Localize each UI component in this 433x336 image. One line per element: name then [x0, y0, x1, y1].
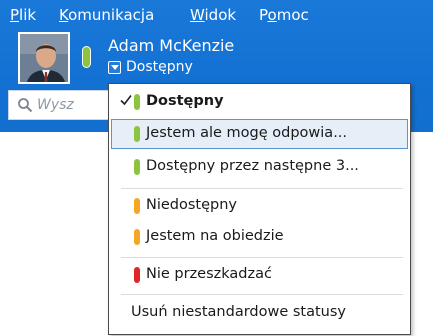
presence-indicator: [82, 46, 91, 68]
check-icon: [120, 95, 132, 106]
menu-communication-accesskey: K: [59, 6, 69, 24]
status-option-label: Niedostępny: [146, 197, 238, 213]
status-dot-green: [134, 126, 140, 142]
status-dot-orange: [134, 198, 140, 214]
status-option-busy-but-available[interactable]: Jestem ale mogę odpowia...: [111, 119, 408, 149]
menu-file-label: lik: [19, 6, 37, 24]
status-option-label: Dostępny: [146, 93, 224, 109]
menu-help[interactable]: Pomoc: [259, 6, 309, 24]
search-icon: [18, 98, 33, 113]
status-dropdown-trigger[interactable]: Dostępny: [108, 58, 193, 76]
status-option-do-not-disturb[interactable]: Nie przeszkadzać: [111, 260, 408, 290]
menu-file-accesskey: P: [10, 6, 20, 24]
chevron-down-icon: [108, 60, 121, 74]
current-status: Dostępny: [126, 59, 193, 75]
menu-separator: [121, 188, 403, 189]
menu-help-label: moc: [276, 6, 309, 24]
status-option-label: Jestem ale mogę odpowia...: [146, 125, 348, 141]
menu-view-label: idok: [204, 6, 237, 24]
menu-help-pre: P: [259, 6, 268, 24]
search-placeholder: Wysz: [37, 97, 74, 113]
menu-file[interactable]: Plik: [10, 6, 36, 24]
menu-communication[interactable]: Komunikacja: [59, 6, 154, 24]
status-dot-green: [134, 159, 140, 175]
status-menu: Dostępny Jestem ale mogę odpowia... Dost…: [108, 83, 411, 335]
status-dot-red: [134, 267, 140, 283]
status-option-available[interactable]: Dostępny: [111, 87, 408, 117]
menu-communication-label: omunikacja: [68, 6, 155, 24]
status-option-label: Jestem na obiedzie: [146, 228, 284, 244]
status-option-label: Dostępny przez następne 3...: [146, 158, 359, 174]
remove-custom-statuses[interactable]: Usuń niestandardowe statusy: [111, 298, 408, 328]
menu-bar: Plik Komunikacja Widok Pomoc: [0, 0, 433, 30]
status-option-label: Nie przeszkadzać: [146, 266, 272, 282]
avatar-photo-icon: [20, 34, 68, 82]
status-option-unavailable[interactable]: Niedostępny: [111, 191, 408, 221]
status-dot-orange: [134, 229, 140, 245]
menu-separator: [121, 257, 403, 258]
status-dot-green: [134, 94, 140, 110]
user-name: Adam McKenzie: [108, 36, 235, 55]
avatar[interactable]: [18, 32, 70, 84]
menu-help-accesskey: o: [267, 6, 277, 24]
menu-view-accesskey: W: [190, 6, 205, 24]
status-option-lunch[interactable]: Jestem na obiedzie: [111, 222, 408, 252]
status-option-available-next-hours[interactable]: Dostępny przez następne 3...: [111, 152, 408, 182]
status-option-label: Usuń niestandardowe statusy: [131, 304, 347, 320]
menu-separator: [121, 294, 403, 295]
menu-view[interactable]: Widok: [190, 6, 236, 24]
